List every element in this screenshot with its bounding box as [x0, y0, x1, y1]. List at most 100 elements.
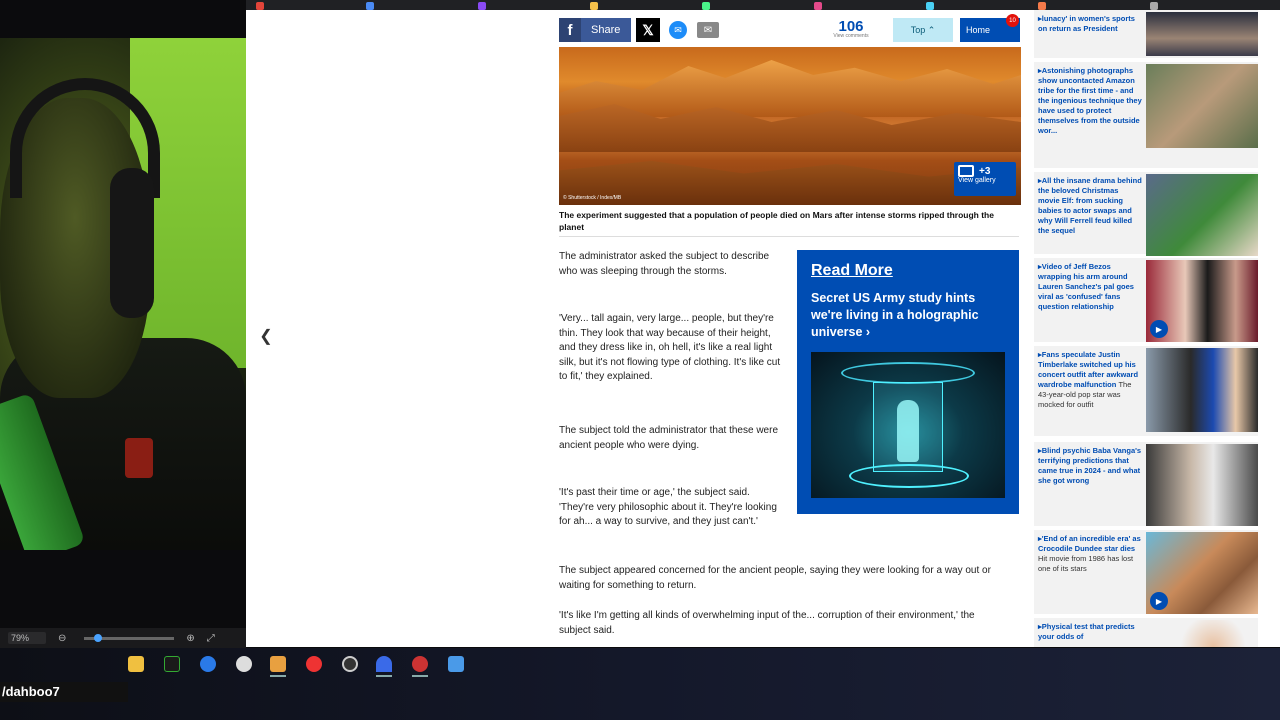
facebook-share-button[interactable]: f Share [559, 18, 631, 42]
home-button[interactable]: Home 10 [960, 14, 1020, 42]
thumbnail-image[interactable]: ▶ [1146, 532, 1258, 614]
hologram-image[interactable] [811, 352, 1005, 498]
notification-badge: 10 [1006, 14, 1019, 27]
article-page: ❮ f Share 𝕏 ✉ ✉ 106 View comments Top ⌃ … [246, 10, 1280, 647]
camera-icon [958, 165, 974, 177]
tab-favicon[interactable] [702, 2, 710, 10]
top-button[interactable]: Top ⌃ [893, 18, 953, 42]
file-explorer-icon[interactable] [128, 656, 144, 672]
gallery-count: +3 [979, 165, 991, 177]
zoom-controls: 79% ⊖ ⊕ ⤢ [0, 628, 246, 648]
top-label: Top [910, 25, 926, 35]
obs-icon[interactable] [342, 656, 358, 672]
active-indicator [270, 675, 286, 677]
read-more-link[interactable]: Secret US Army study hints we're living … [811, 290, 1005, 341]
tab-favicon[interactable] [814, 2, 822, 10]
sidebar-headline[interactable]: Video of Jeff Bezos wrapping his arm aro… [1038, 262, 1142, 312]
comments-link[interactable]: 106 View comments [821, 18, 881, 44]
share-bar: f Share 𝕏 ✉ ✉ 106 View comments Top ⌃ Ho… [559, 14, 1021, 44]
chevron-left-icon[interactable]: ❮ [254, 324, 278, 348]
terminal-icon[interactable] [164, 656, 180, 672]
app-icon[interactable] [236, 656, 252, 672]
zoom-slider-knob[interactable] [94, 633, 103, 642]
article-paragraph: 'It's past their time or age,' the subje… [559, 487, 777, 527]
play-icon[interactable]: ▶ [1150, 320, 1168, 338]
sidebar-headline[interactable]: Astonishing photographs show uncontacted… [1038, 66, 1142, 136]
article-paragraph: The subject told the administrator that … [559, 425, 779, 451]
hologram-ring-icon [841, 362, 975, 384]
zoom-slider[interactable] [84, 633, 175, 642]
article-paragraph: 'It's like I'm getting all kinds of over… [559, 610, 975, 636]
thumbnail-image[interactable] [1146, 620, 1258, 647]
mars-hero-image[interactable]: +3 View gallery [559, 47, 1021, 205]
image-credit: © Shutterstock / Index/MB [563, 195, 622, 201]
thumbnail-image[interactable] [1146, 444, 1258, 526]
shirt-detail [125, 438, 153, 478]
sidebar-headline[interactable]: Blind psychic Baba Vanga's terrifying pr… [1038, 446, 1142, 486]
active-indicator [376, 675, 392, 677]
sidebar-item[interactable]: Astonishing photographs show uncontacted… [1034, 62, 1258, 168]
app-icon[interactable] [270, 656, 286, 672]
tab-favicon[interactable] [590, 2, 598, 10]
thumbnail-image[interactable] [1146, 174, 1258, 256]
article-paragraph: The administrator asked the subject to d… [559, 251, 770, 277]
tab-favicon[interactable] [926, 2, 934, 10]
sidebar-headline[interactable]: All the insane drama behind the beloved … [1038, 176, 1142, 236]
zoom-in-icon[interactable]: ⊕ [186, 633, 194, 644]
sidebar-headline[interactable]: lunacy' in women's sports on return as P… [1038, 14, 1142, 34]
taskbar [0, 648, 1280, 720]
facebook-icon: f [559, 18, 581, 42]
messenger-icon[interactable]: ✉ [669, 21, 687, 39]
sidebar-headline[interactable]: Physical test that predicts your odds of [1038, 622, 1142, 642]
tab-favicon[interactable] [1038, 2, 1046, 10]
tab-favicon[interactable] [366, 2, 374, 10]
comments-label: View comments [833, 33, 869, 39]
sidebar-item[interactable]: Fans speculate Justin Timberlake switche… [1034, 346, 1258, 436]
sidebar-item[interactable]: Video of Jeff Bezos wrapping his arm aro… [1034, 258, 1258, 342]
browser-icon[interactable] [200, 656, 216, 672]
tab-favicon[interactable] [478, 2, 486, 10]
image-caption: The experiment suggested that a populati… [559, 210, 994, 232]
zoom-out-icon[interactable]: ⊖ [58, 633, 66, 644]
sidebar-item[interactable]: 'End of an incredible era' as Crocodile … [1034, 530, 1258, 614]
sidebar-item[interactable]: lunacy' in women's sports on return as P… [1034, 10, 1258, 58]
app-icon[interactable] [412, 656, 428, 672]
related-sidebar: lunacy' in women's sports on return as P… [1034, 10, 1258, 647]
x-share-button[interactable]: 𝕏 [636, 18, 660, 42]
thumbnail-image[interactable] [1146, 348, 1258, 432]
email-icon[interactable]: ✉ [697, 22, 719, 38]
play-icon[interactable]: ▶ [1150, 592, 1168, 610]
view-gallery-button[interactable]: +3 View gallery [954, 162, 1016, 196]
article-paragraph: 'Very... tall again, very large... peopl… [559, 313, 781, 382]
read-more-box[interactable]: Read More Secret US Army study hints we'… [797, 250, 1019, 514]
sidebar-item[interactable]: Blind psychic Baba Vanga's terrifying pr… [1034, 442, 1258, 526]
home-label: Home [966, 25, 991, 35]
article-paragraph: The subject appeared concerned for the a… [559, 565, 991, 591]
record-icon[interactable] [306, 656, 322, 672]
mountain-layer [559, 60, 1021, 117]
zoom-level-select[interactable]: 79% [8, 632, 46, 644]
thumbnail-image[interactable] [1146, 64, 1258, 148]
caption-divider [559, 236, 1019, 237]
app-icon[interactable] [448, 656, 464, 672]
sidebar-item[interactable]: All the insane drama behind the beloved … [1034, 172, 1258, 256]
sidebar-headline[interactable]: Fans speculate Justin Timberlake switche… [1038, 350, 1142, 410]
fullscreen-icon[interactable]: ⤢ [207, 633, 215, 644]
headphone-earcup [110, 168, 154, 318]
chevron-up-icon: ⌃ [925, 24, 936, 35]
thumbnail-image[interactable] [1146, 12, 1258, 56]
active-indicator [412, 675, 428, 677]
sidebar-headline[interactable]: 'End of an incredible era' as Crocodile … [1038, 534, 1142, 574]
channel-name: /dahboo7 [0, 682, 128, 702]
hologram-figure [897, 400, 919, 462]
app-icon[interactable] [376, 656, 392, 672]
sidebar-item[interactable]: Physical test that predicts your odds of [1034, 618, 1258, 647]
webcam-feed [0, 38, 246, 550]
tab-favicon[interactable] [256, 2, 264, 10]
facebook-share-label: Share [591, 24, 621, 36]
thumbnail-image[interactable]: ▶ [1146, 260, 1258, 342]
sidebar-headline-text[interactable]: 'End of an incredible era' as Crocodile … [1038, 534, 1141, 553]
sidebar-subtext: Hit movie from 1986 has lost one of its … [1038, 554, 1134, 573]
read-more-title[interactable]: Read More [811, 262, 1005, 280]
tab-favicon[interactable] [1150, 2, 1158, 10]
